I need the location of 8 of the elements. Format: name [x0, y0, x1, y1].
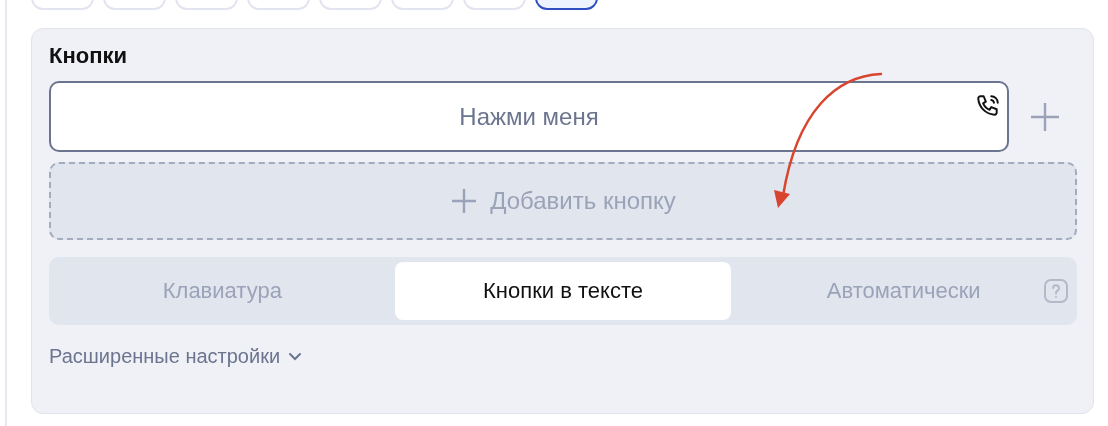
- button-label-field[interactable]: Нажми меня: [49, 81, 1009, 152]
- phone-icon: [975, 93, 1001, 119]
- plus-icon: [450, 187, 479, 215]
- section-title: Кнопки: [49, 43, 127, 69]
- mode-tab[interactable]: Кнопки в тексте: [394, 262, 732, 320]
- help-icon[interactable]: [1043, 278, 1069, 304]
- advanced-settings-toggle[interactable]: Расширенные настройки: [49, 345, 303, 368]
- chevron-icon: [288, 352, 303, 361]
